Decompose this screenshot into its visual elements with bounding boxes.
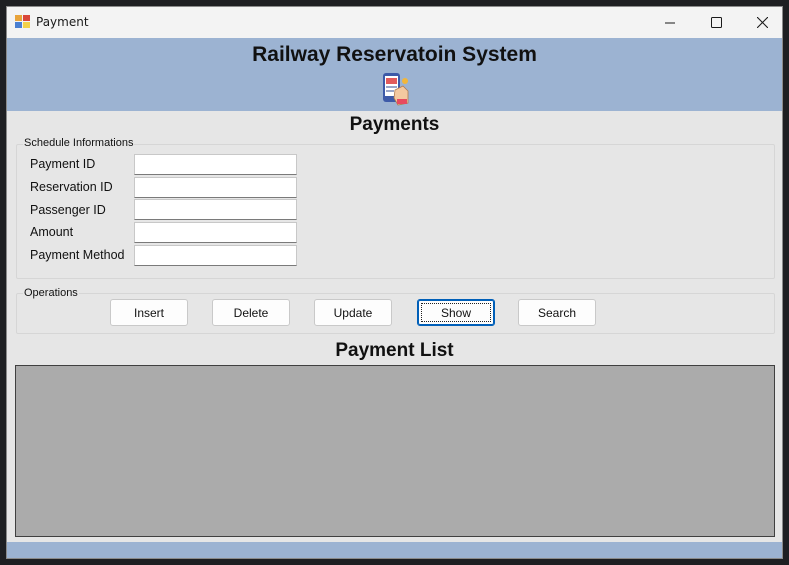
payment-window: Payment Railway Reservatoin System Payme… — [6, 6, 783, 559]
title-bar[interactable]: Payment — [7, 7, 782, 38]
payment-id-field[interactable] — [134, 154, 297, 175]
passenger-id-label: Passenger ID — [30, 203, 106, 217]
payments-heading: Payments — [349, 114, 440, 135]
maximize-button[interactable] — [693, 7, 739, 38]
show-button[interactable]: Show — [417, 299, 495, 326]
close-button[interactable] — [739, 7, 782, 38]
delete-button[interactable]: Delete — [212, 299, 290, 326]
payment-method-field[interactable] — [134, 245, 297, 266]
maximize-icon — [710, 17, 722, 28]
update-button[interactable]: Update — [314, 299, 392, 326]
app-icon — [15, 15, 30, 28]
insert-button[interactable]: Insert — [110, 299, 188, 326]
minimize-button[interactable] — [647, 7, 693, 38]
amount-label: Amount — [30, 225, 74, 239]
reservation-id-field[interactable] — [134, 177, 297, 198]
close-icon — [756, 17, 768, 28]
schedule-info-legend: Schedule Informations — [23, 137, 135, 149]
schedule-info-group — [16, 144, 775, 279]
focus-ring — [421, 303, 491, 322]
passenger-id-field[interactable] — [134, 199, 297, 220]
payment-id-label: Payment ID — [30, 157, 96, 171]
amount-field[interactable] — [134, 222, 297, 243]
app-title: Railway Reservatoin System — [252, 43, 537, 66]
window-title: Payment — [36, 15, 89, 29]
minimize-icon — [665, 22, 675, 23]
payment-list-grid[interactable] — [15, 365, 775, 537]
operations-legend: Operations — [23, 287, 79, 299]
payment-list-heading: Payment List — [335, 340, 454, 361]
payment-method-label: Payment Method — [30, 248, 125, 262]
search-button[interactable]: Search — [518, 299, 596, 326]
footer-strip — [7, 542, 782, 558]
header-banner: Railway Reservatoin System — [7, 38, 782, 111]
reservation-id-label: Reservation ID — [30, 180, 113, 194]
payment-phone-icon — [383, 73, 409, 106]
